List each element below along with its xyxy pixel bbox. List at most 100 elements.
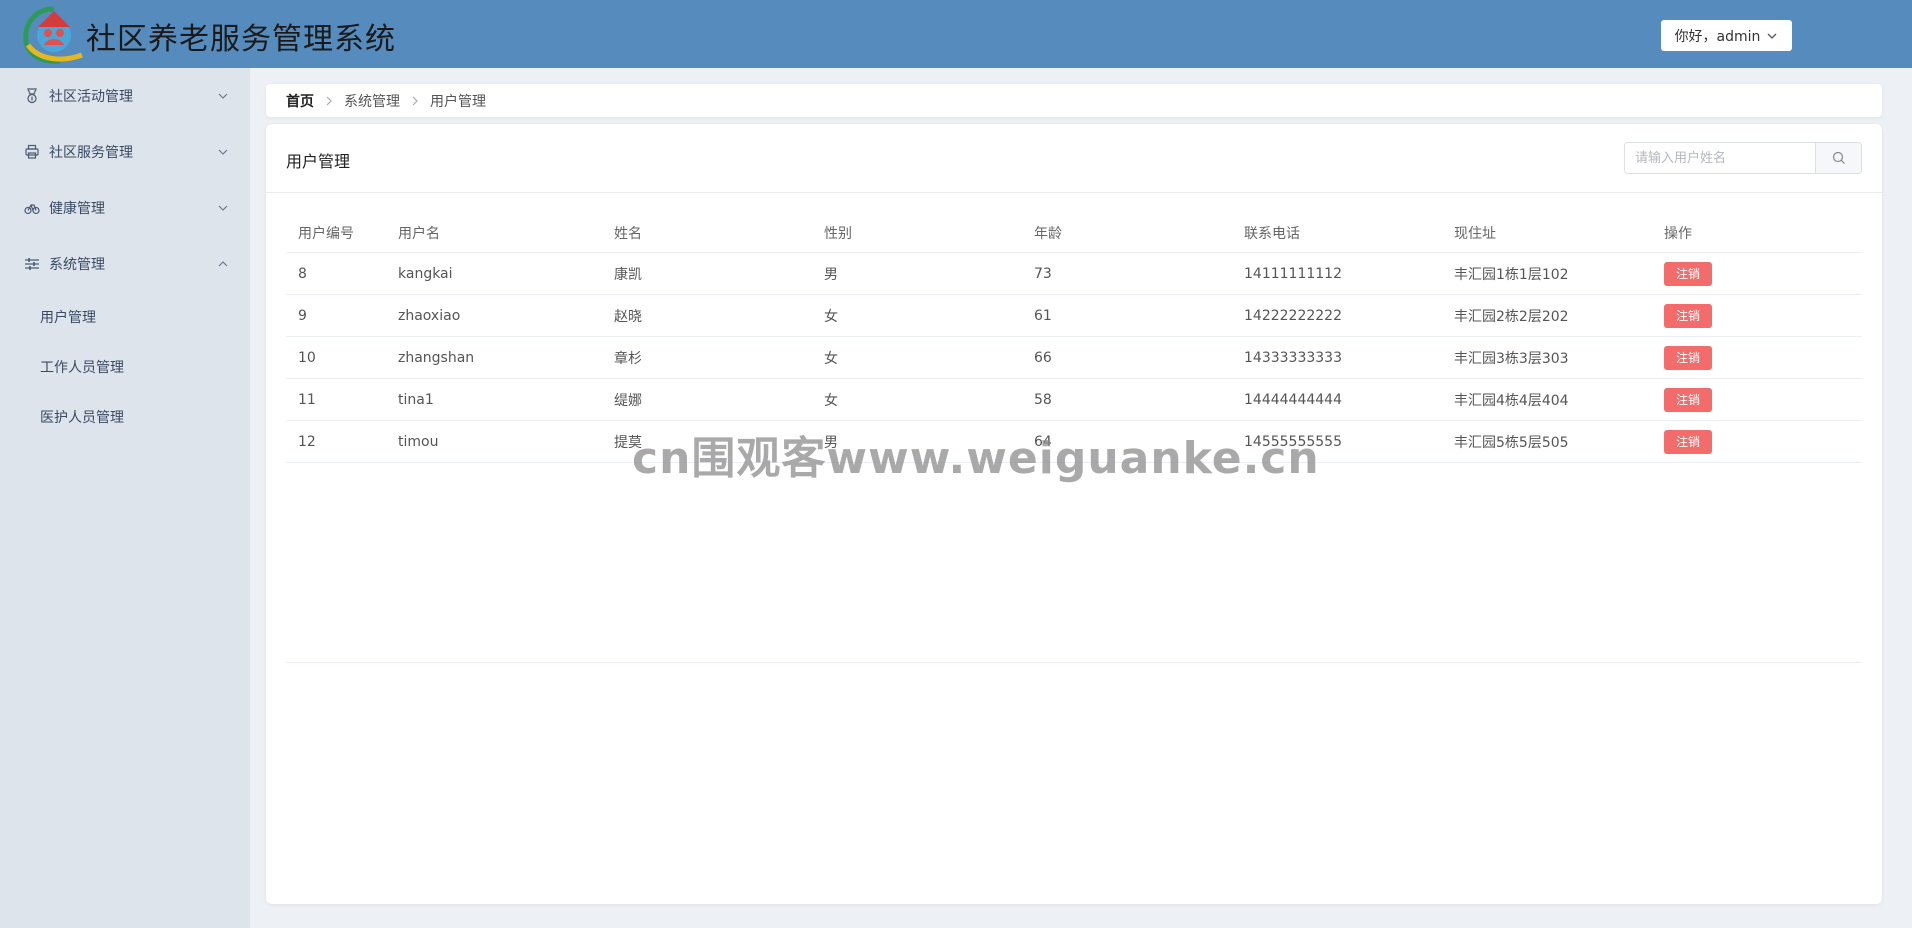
breadcrumb-system: 系统管理	[344, 93, 400, 110]
sidebar-item-staff-management[interactable]: 工作人员管理	[0, 342, 250, 392]
column-header: 用户名	[398, 225, 440, 242]
sidebar-menu-health[interactable]: 健康管理	[0, 180, 250, 236]
divider	[266, 192, 1882, 193]
table-row: 12 timou 提莫 男 64 14555555555 丰汇园5栋5层505 …	[286, 421, 1862, 463]
app-title: 社区养老服务管理系统	[86, 22, 396, 57]
sidebar-menu-label: 健康管理	[49, 201, 105, 217]
cell-gender: 女	[824, 308, 838, 325]
cell-phone: 14333333333	[1244, 349, 1342, 366]
column-header: 联系电话	[1244, 225, 1300, 242]
table-header-row: 用户编号 用户名 姓名 性别 年龄 联系电话 现住址 操作	[286, 213, 1862, 253]
chevron-down-icon	[218, 205, 228, 211]
deregister-button[interactable]: 注销	[1664, 387, 1712, 412]
column-header: 性别	[824, 225, 852, 242]
column-header: 姓名	[614, 225, 642, 242]
user-table: 用户编号 用户名 姓名 性别 年龄 联系电话 现住址 操作 8 kangkai …	[286, 213, 1862, 463]
chevron-down-icon	[1767, 33, 1777, 39]
cell-name: 康凯	[614, 266, 642, 283]
deregister-button[interactable]: 注销	[1664, 303, 1712, 328]
cell-actions: 注销	[1664, 421, 1712, 462]
top-header: 社区养老服务管理系统 你好，admin	[0, 0, 1912, 68]
cell-gender: 男	[824, 434, 838, 451]
sidebar-menu-label: 系统管理	[49, 257, 105, 273]
cell-username: zhangshan	[398, 349, 475, 366]
cell-actions: 注销	[1664, 379, 1712, 420]
chevron-up-icon	[218, 261, 228, 267]
printer-icon	[25, 144, 39, 159]
cell-age: 58	[1034, 391, 1052, 408]
cell-name: 缇娜	[614, 392, 642, 409]
cell-username: zhaoxiao	[398, 307, 461, 324]
chevron-right-icon	[412, 96, 418, 105]
deregister-button[interactable]: 注销	[1664, 345, 1712, 370]
sidebar-item-medical-staff-management[interactable]: 医护人员管理	[0, 392, 250, 442]
breadcrumb-home[interactable]: 首页	[286, 91, 314, 111]
cell-phone: 14111111112	[1244, 265, 1342, 282]
page-title: 用户管理	[286, 152, 351, 171]
cell-gender: 女	[824, 392, 838, 409]
column-header: 操作	[1664, 225, 1692, 242]
cell-address: 丰汇园5栋5层505	[1454, 434, 1569, 451]
deregister-button[interactable]: 注销	[1664, 261, 1712, 286]
sidebar-menu-label: 社区服务管理	[49, 145, 133, 161]
deregister-button[interactable]: 注销	[1664, 429, 1712, 454]
cell-actions: 注销	[1664, 253, 1712, 294]
cell-name: 提莫	[614, 434, 642, 451]
sliders-icon	[25, 258, 39, 270]
search-input[interactable]	[1625, 143, 1816, 173]
cell-actions: 注销	[1664, 337, 1712, 378]
table-bottom-divider	[286, 662, 1862, 663]
sidebar: 社区活动管理 社区服务管理 健康管理 系统管理 用户管理 工作人员管理 医护人员…	[0, 68, 250, 928]
sidebar-menu-service[interactable]: 社区服务管理	[0, 124, 250, 180]
table-row: 11 tina1 缇娜 女 58 14444444444 丰汇园4栋4层404 …	[286, 379, 1862, 421]
chevron-down-icon	[218, 93, 228, 99]
cell-user-id: 12	[298, 433, 316, 450]
user-menu-dropdown[interactable]: 你好，admin	[1661, 20, 1792, 51]
cell-phone: 14444444444	[1244, 391, 1342, 408]
cell-actions: 注销	[1664, 295, 1712, 336]
column-header: 年龄	[1034, 225, 1062, 242]
sidebar-item-user-management[interactable]: 用户管理	[0, 292, 250, 342]
cell-age: 66	[1034, 349, 1052, 366]
table-row: 9 zhaoxiao 赵晓 女 61 14222222222 丰汇园2栋2层20…	[286, 295, 1862, 337]
cell-address: 丰汇园2栋2层202	[1454, 308, 1569, 325]
cell-address: 丰汇园1栋1层102	[1454, 266, 1569, 283]
cell-phone: 14555555555	[1244, 433, 1342, 450]
sidebar-menu-system[interactable]: 系统管理	[0, 236, 250, 292]
cell-name: 赵晓	[614, 308, 642, 325]
search-icon	[1832, 151, 1845, 164]
sidebar-menu-activity[interactable]: 社区活动管理	[0, 68, 250, 124]
table-row: 10 zhangshan 章杉 女 66 14333333333 丰汇园3栋3层…	[286, 337, 1862, 379]
cell-gender: 女	[824, 350, 838, 367]
cell-gender: 男	[824, 266, 838, 283]
cell-address: 丰汇园4栋4层404	[1454, 392, 1569, 409]
bicycle-icon	[24, 204, 40, 215]
chevron-down-icon	[218, 149, 228, 155]
breadcrumb: 首页 系统管理 用户管理	[266, 84, 1882, 117]
breadcrumb-current: 用户管理	[430, 93, 486, 110]
sidebar-menu-label: 社区活动管理	[49, 89, 133, 105]
cell-user-id: 11	[298, 391, 316, 408]
table-body: 8 kangkai 康凯 男 73 14111111112 丰汇园1栋1层102…	[286, 253, 1862, 463]
cell-age: 61	[1034, 307, 1052, 324]
cell-phone: 14222222222	[1244, 307, 1342, 324]
cell-age: 64	[1034, 433, 1052, 450]
cell-username: tina1	[398, 391, 434, 408]
column-header: 用户编号	[298, 225, 354, 242]
table-row: 8 kangkai 康凯 男 73 14111111112 丰汇园1栋1层102…	[286, 253, 1862, 295]
cell-username: timou	[398, 433, 439, 450]
column-header: 现住址	[1454, 225, 1496, 242]
cell-address: 丰汇园3栋3层303	[1454, 350, 1569, 367]
medal-icon	[27, 88, 37, 104]
cell-name: 章杉	[614, 350, 642, 367]
logo-icon	[23, 6, 83, 64]
cell-age: 73	[1034, 265, 1052, 282]
cell-username: kangkai	[398, 265, 453, 282]
user-greeting: 你好，admin	[1674, 28, 1761, 45]
chevron-right-icon	[326, 96, 332, 105]
cell-user-id: 9	[298, 307, 307, 324]
cell-user-id: 10	[298, 349, 316, 366]
search-box	[1624, 142, 1862, 174]
search-button[interactable]	[1815, 143, 1861, 173]
user-management-card: 用户管理 用户编号 用户名 姓名 性别 年龄 联系电话 现住址 操作 8 kan…	[266, 124, 1882, 904]
